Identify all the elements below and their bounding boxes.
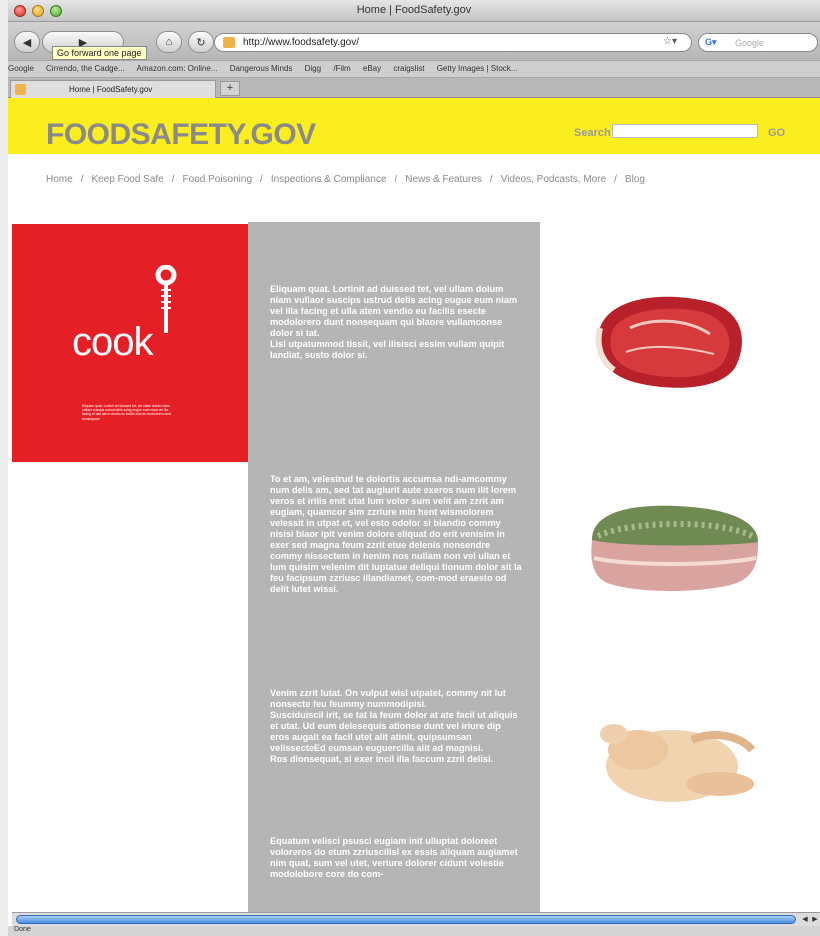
nav-separator: / <box>489 174 493 185</box>
forward-tooltip: Go forward one page <box>52 46 147 60</box>
bookmark-item[interactable]: eBay <box>363 64 381 73</box>
nav-item-food-poisoning[interactable]: Food Poisoning <box>183 174 253 185</box>
address-bar[interactable]: http://www.foodsafety.gov/ ☆▾ <box>214 33 692 52</box>
nav-item-videos[interactable]: Videos, Podcasts, More <box>501 174 606 185</box>
bookmark-item[interactable]: Google <box>8 64 34 73</box>
nav-separator: / <box>171 174 175 185</box>
status-text: Done <box>14 926 31 933</box>
bookmark-item[interactable]: craigslist <box>393 64 424 73</box>
steak-image <box>595 296 742 388</box>
tab-favicon-icon <box>15 84 26 95</box>
navigation-toolbar: ◀ ▶ ⌂ ↻ Go forward one page http://www.f… <box>8 22 820 60</box>
nav-separator: / <box>80 174 84 185</box>
site-search-input[interactable] <box>612 124 758 138</box>
nav-separator: / <box>614 174 617 185</box>
home-icon: ⌂ <box>165 36 173 48</box>
window-title: Home | FoodSafety.gov <box>356 4 472 16</box>
scroll-left-arrow-icon[interactable]: ◀ <box>800 914 810 925</box>
search-placeholder: Google <box>735 38 765 48</box>
scrollbar-thumb[interactable] <box>16 915 796 924</box>
paragraph-4: Equatum velisci psusci eugiam init ullup… <box>270 836 518 879</box>
back-arrow-icon: ◀ <box>22 36 32 49</box>
nav-item-keep-food-safe[interactable]: Keep Food Safe <box>91 174 163 185</box>
status-bar: Done <box>8 926 820 936</box>
cook-small-text: Eliquam quat. Lortinit ad duissed tet, v… <box>82 404 172 421</box>
paragraph-1: Eliquam quat. Lortinit ad duissed tet, v… <box>270 284 518 360</box>
address-url: http://www.foodsafety.gov/ <box>243 37 359 48</box>
thermometer-icon <box>155 265 177 333</box>
bookmark-item[interactable]: Digg <box>305 64 321 73</box>
site-nav: Home / Keep Food Safe / Food Poisoning / Inspe… <box>46 174 645 185</box>
bookmark-item[interactable]: Getty Images | Stock... <box>437 64 518 73</box>
cook-title: cook <box>72 320 153 364</box>
tab-label: Home | FoodSafety.gov <box>69 85 153 94</box>
nav-item-home[interactable]: Home <box>46 174 73 185</box>
bookmark-item[interactable]: Cirrendo, the Cadge... <box>46 64 125 73</box>
bookmark-item[interactable]: Dangerous Minds <box>230 64 293 73</box>
bookmark-item[interactable]: /Film <box>333 64 350 73</box>
new-tab-button[interactable]: + <box>220 81 240 96</box>
nav-separator: / <box>260 174 263 185</box>
site-search-label: Search <box>574 127 611 139</box>
reload-icon: ↻ <box>196 36 206 49</box>
site-favicon-icon <box>223 37 235 48</box>
scroll-right-arrow-icon[interactable]: ▶ <box>810 914 820 925</box>
paragraph-2: To et am, velestrud te dolortis accumsa … <box>270 474 522 594</box>
site-logo[interactable]: FOODSAFETY.GOV <box>46 118 316 152</box>
go-button[interactable]: GO <box>768 127 785 139</box>
cook-panel: cook Eliquam quat. Lortinit ad duissed t… <box>12 224 248 462</box>
back-button[interactable]: ◀ <box>14 31 40 53</box>
reload-button[interactable]: ↻ <box>188 31 214 53</box>
nav-item-inspections[interactable]: Inspections & Compliance <box>271 174 387 185</box>
nav-item-blog[interactable]: Blog <box>625 174 645 185</box>
bookmarks-bar: Google Cirrendo, the Cadge... Amazon.com… <box>8 60 820 78</box>
browser-window: Home | FoodSafety.gov ◀ ▶ ⌂ ↻ Go forward… <box>8 0 820 936</box>
home-button[interactable]: ⌂ <box>156 31 182 53</box>
tab-bar: Home | FoodSafety.gov + <box>8 78 820 98</box>
bookmark-star-icon[interactable]: ☆▾ <box>663 36 677 47</box>
paragraph-3: Venim zzrit lutat. On vulput wisl utpate… <box>270 688 518 764</box>
google-search-icon: G▾ <box>705 37 717 47</box>
horizontal-scrollbar[interactable]: ◀ ▶ <box>12 912 820 926</box>
tab-home[interactable]: Home | FoodSafety.gov <box>10 80 216 98</box>
search-field[interactable]: G▾ Google <box>698 33 818 52</box>
chicken-image <box>600 724 756 802</box>
nav-separator: / <box>394 174 398 185</box>
nav-item-news[interactable]: News & Features <box>405 174 482 185</box>
bookmark-item[interactable]: Amazon.com: Online... <box>137 64 218 73</box>
roast-image <box>591 505 758 592</box>
title-bar: Home | FoodSafety.gov <box>8 0 820 22</box>
